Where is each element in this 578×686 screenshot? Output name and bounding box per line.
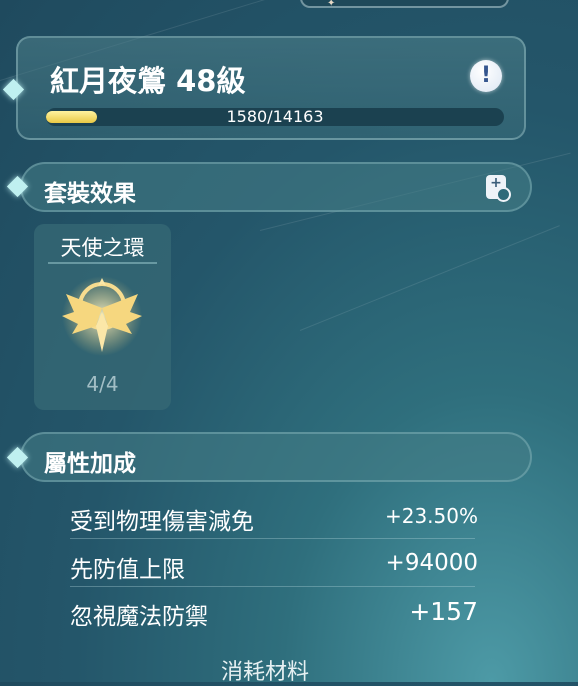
stat-row: 忽視魔法防禦 +157	[70, 587, 478, 635]
character-name-level: 紅月夜鶯 48級	[50, 64, 246, 98]
stat-label: 先防值上限	[70, 557, 185, 583]
card-search-icon[interactable]: +	[486, 175, 511, 202]
xp-progress-text: 1580/14163	[226, 108, 324, 126]
stat-label: 忽視魔法防禦	[70, 604, 208, 630]
winged-halo-emblem-icon	[62, 276, 142, 356]
stat-divider	[70, 538, 475, 539]
character-panel: 紅月夜鶯 48級 ! 1580/14163	[16, 36, 526, 140]
set-effect-title: 套裝效果	[44, 181, 136, 207]
stat-row: 先防值上限 +94000	[70, 540, 478, 588]
stat-value: +157	[409, 597, 478, 626]
cursor-icon: ✦	[327, 0, 336, 9]
xp-progress-bar: 1580/14163	[46, 108, 504, 126]
background-streak	[299, 225, 560, 331]
stat-label: 受到物理傷害減免	[70, 509, 254, 535]
stat-value: +23.50%	[384, 504, 478, 528]
set-effect-header: 套裝效果 +	[20, 162, 532, 212]
attribute-bonus-title: 屬性加成	[44, 451, 136, 477]
set-card-count: 4/4	[86, 372, 119, 396]
magnifier-icon	[496, 187, 511, 202]
info-icon[interactable]: !	[470, 60, 502, 92]
stat-row: 受到物理傷害減免 +23.50%	[70, 492, 478, 540]
set-card[interactable]: 天使之環 4/4	[34, 224, 171, 410]
attribute-bonus-header: 屬性加成	[20, 432, 532, 482]
set-card-divider	[48, 262, 157, 264]
stat-value: +94000	[385, 550, 478, 576]
set-card-name: 天使之環	[60, 236, 145, 260]
materials-section-label: 消耗材料	[220, 660, 309, 685]
